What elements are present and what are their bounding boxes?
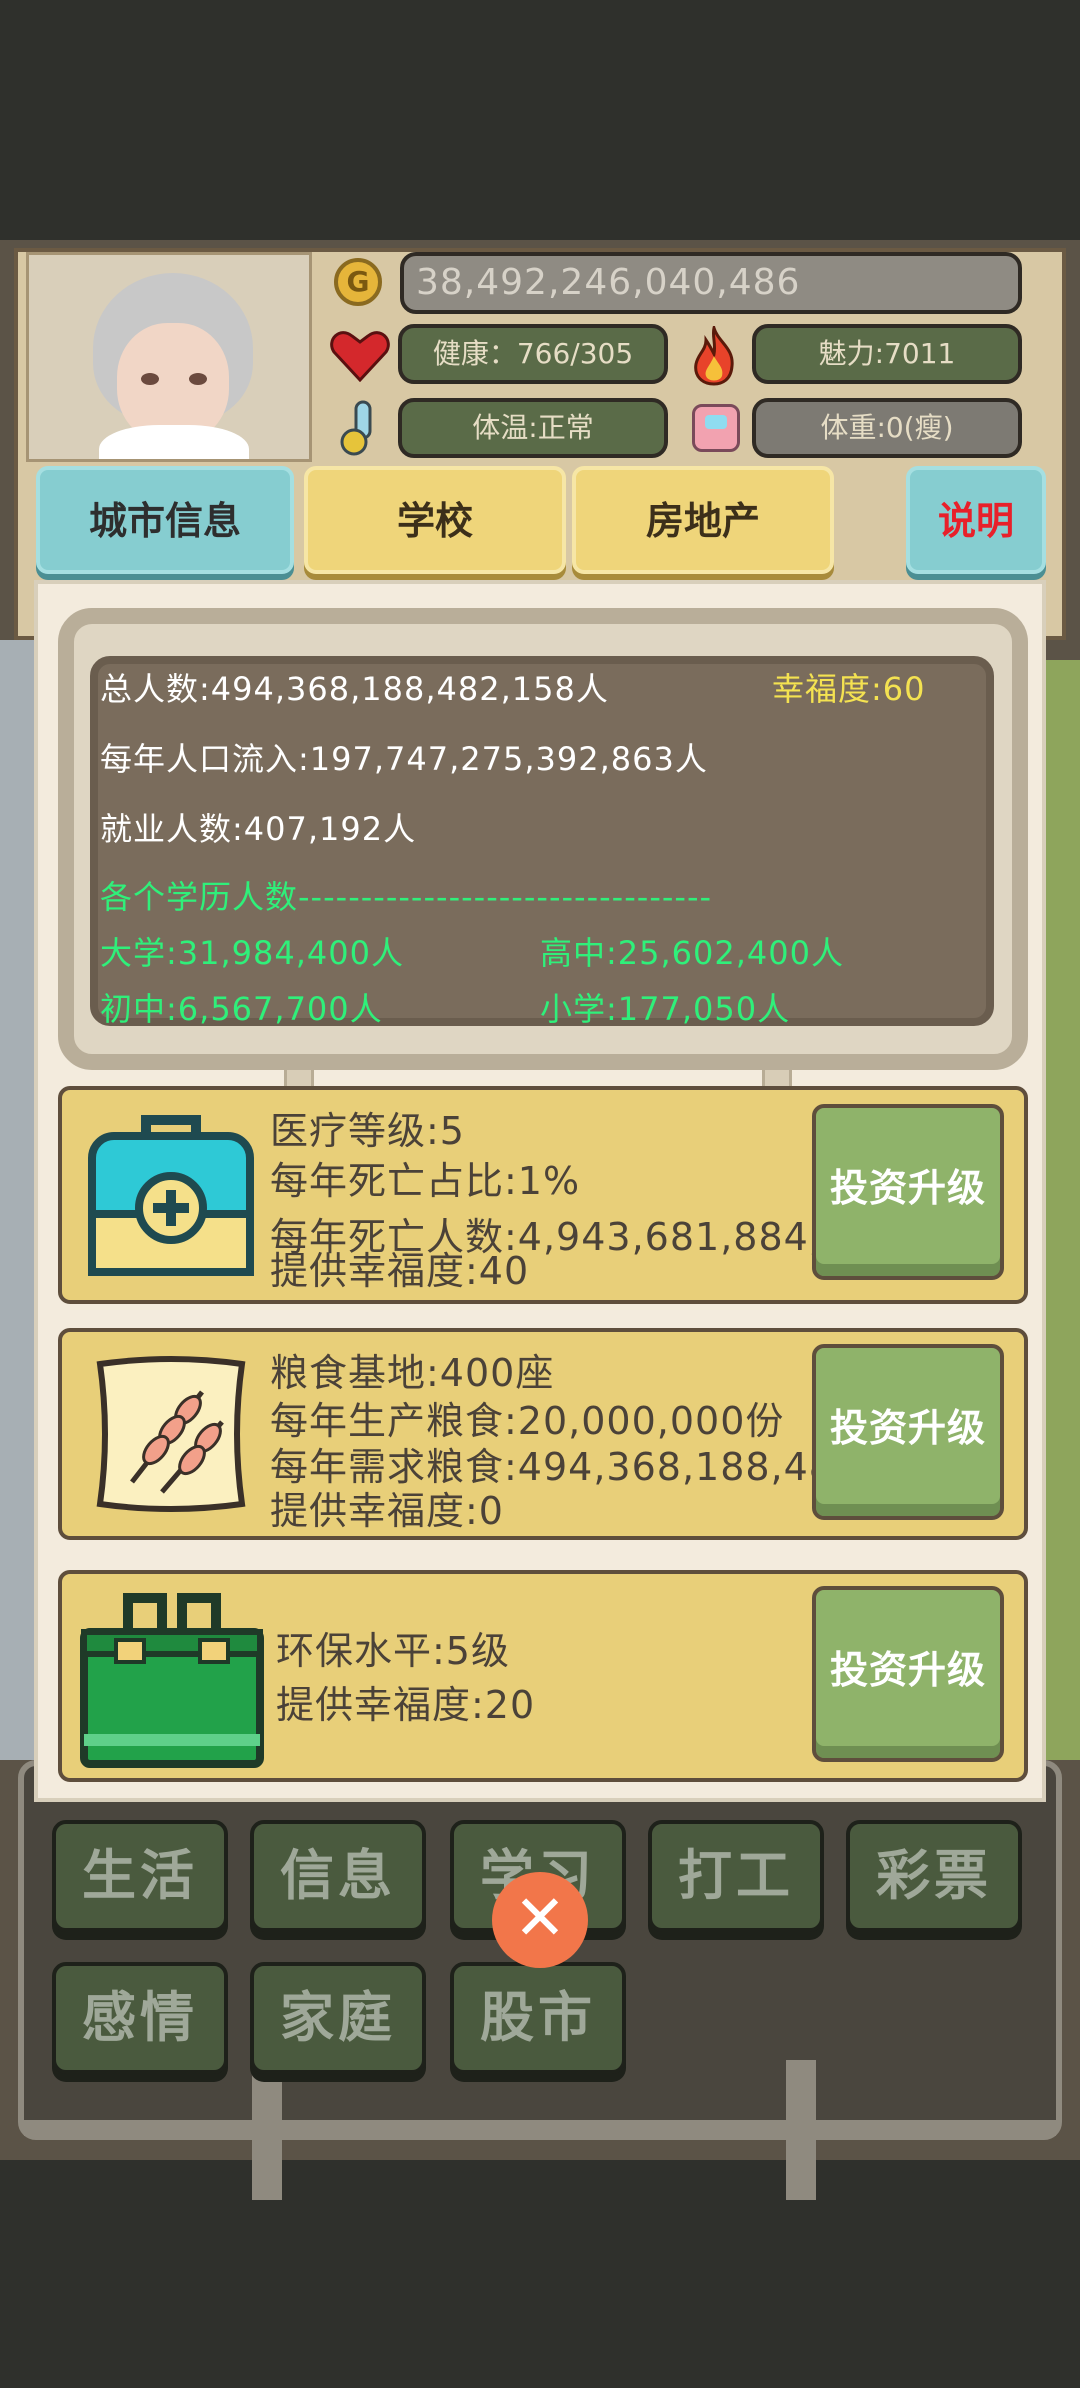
heart-icon — [330, 331, 390, 382]
health-stat: 健康：766/305 — [398, 324, 668, 384]
food-bases: 粮食基地:400座 — [270, 1351, 555, 1395]
tab-school[interactable]: 学校 — [304, 466, 566, 574]
weight-stat: 体重:0(瘦) — [752, 398, 1022, 458]
menu-button-stocks[interactable]: 股市 — [450, 1962, 626, 2074]
inflow-text: 每年人口流入:197,747,275,392,863人 — [100, 740, 708, 778]
panel-post-left — [252, 2060, 282, 2200]
fire-icon — [694, 326, 734, 386]
education-header: 各个学历人数--------------------------------- — [100, 878, 713, 916]
invest-food-button[interactable]: 投资升级 — [812, 1344, 1004, 1520]
thermometer-icon — [340, 400, 372, 456]
primary-school-count: 小学:177,050人 — [540, 990, 791, 1028]
panel-post-right — [786, 2060, 816, 2200]
medical-kit-icon — [88, 1115, 254, 1276]
grain-sack-icon — [96, 1356, 246, 1512]
menu-button-family[interactable]: 家庭 — [250, 1962, 426, 2074]
menu-button-work[interactable]: 打工 — [648, 1820, 824, 1932]
invest-medical-button[interactable]: 投资升级 — [812, 1104, 1004, 1280]
middle-school-count: 初中:6,567,700人 — [100, 990, 383, 1028]
environment-happiness: 提供幸福度:20 — [276, 1683, 536, 1727]
close-button[interactable]: ✕ — [492, 1872, 588, 1968]
invest-environment-button[interactable]: 投资升级 — [812, 1586, 1004, 1762]
environment-level: 环保水平:5级 — [276, 1629, 510, 1673]
medical-death-ratio: 每年死亡占比:1% — [270, 1159, 581, 1203]
background-scene-right — [1040, 660, 1080, 1760]
money-display: 38,492,246,040,486 — [400, 252, 1022, 314]
medical-level: 医疗等级:5 — [270, 1109, 465, 1153]
medical-happiness: 提供幸福度:40 — [270, 1249, 530, 1293]
scale-icon — [692, 404, 740, 452]
university-count: 大学:31,984,400人 — [100, 934, 405, 972]
character-portrait — [26, 252, 312, 462]
population-text: 总人数:494,368,188,482,158人 — [100, 670, 609, 708]
tab-real-estate[interactable]: 房地产 — [572, 466, 834, 574]
menu-button-life[interactable]: 生活 — [52, 1820, 228, 1932]
charm-stat: 魅力:7011 — [752, 324, 1022, 384]
temperature-stat: 体温:正常 — [398, 398, 668, 458]
coin-icon: G — [334, 258, 382, 306]
tab-help[interactable]: 说明 — [906, 466, 1046, 574]
food-happiness: 提供幸福度:0 — [270, 1489, 504, 1533]
green-bag-icon — [80, 1593, 264, 1768]
happiness-text: 幸福度:60 — [772, 670, 926, 708]
employed-text: 就业人数:407,192人 — [100, 810, 417, 848]
menu-button-info[interactable]: 信息 — [250, 1820, 426, 1932]
menu-button-lottery[interactable]: 彩票 — [846, 1820, 1022, 1932]
menu-button-relationship[interactable]: 感情 — [52, 1962, 228, 2074]
tab-city-info[interactable]: 城市信息 — [36, 466, 294, 574]
high-school-count: 高中:25,602,400人 — [540, 934, 845, 972]
